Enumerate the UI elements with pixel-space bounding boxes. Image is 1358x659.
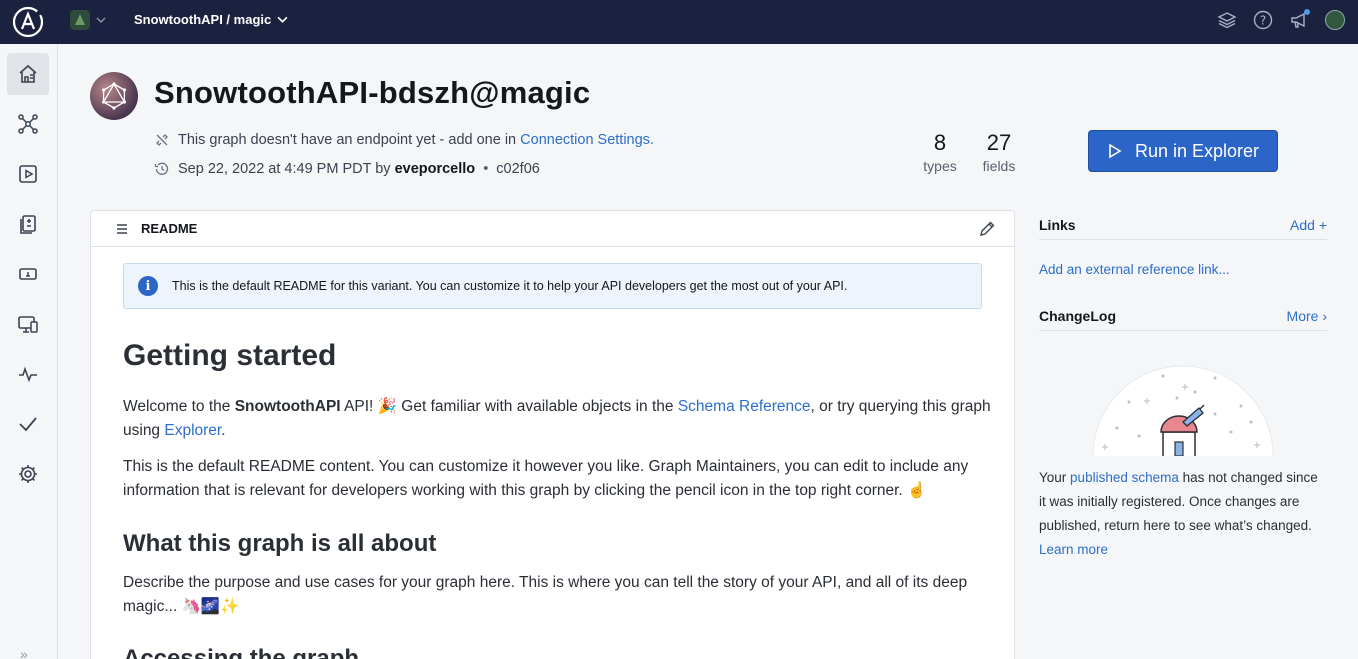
insights-pulse-icon[interactable]	[7, 353, 49, 395]
graph-avatar	[90, 72, 138, 120]
schema-reference-link[interactable]: Schema Reference	[678, 398, 811, 415]
breadcrumb[interactable]: SnowtoothAPI / magic	[134, 12, 288, 27]
welcome-text-a: Welcome to the	[123, 398, 231, 415]
readme-info-banner: i This is the default README for this va…	[123, 263, 982, 309]
heading-accessing-graph: Accessing the graph	[123, 645, 360, 659]
commit-hash[interactable]: c02f06	[496, 161, 540, 177]
observatory-illustration	[1092, 365, 1274, 456]
checks-icon[interactable]	[7, 403, 49, 445]
readme-header: README	[91, 211, 1014, 247]
links-title: Links	[1039, 216, 1076, 233]
layers-icon[interactable]	[1216, 9, 1238, 31]
schema-graph-icon[interactable]	[7, 103, 49, 145]
help-icon[interactable]: ?	[1252, 9, 1274, 31]
notification-dot	[1304, 9, 1310, 15]
play-icon	[1109, 143, 1122, 159]
links-header: Links Add +	[1039, 210, 1327, 240]
org-avatar-icon	[70, 10, 90, 30]
readme-title: README	[141, 221, 198, 236]
explorer-play-icon[interactable]	[7, 153, 49, 195]
published-schema-link[interactable]: published schema	[1070, 470, 1179, 485]
endpoint-status: This graph doesn't have an endpoint yet …	[154, 132, 654, 148]
disconnected-plug-icon	[156, 134, 168, 146]
types-stat: 8 types	[920, 130, 960, 174]
welcome-text-d: .	[221, 422, 226, 439]
sidebar: »	[0, 44, 58, 659]
menu-lines-icon	[117, 223, 127, 234]
info-icon: i	[138, 276, 158, 296]
changelog-doc-icon[interactable]	[7, 203, 49, 245]
sidebar-collapse-icon[interactable]: »	[20, 646, 28, 659]
operations-icon[interactable]	[7, 253, 49, 295]
readme-info-text: This is the default README for this vari…	[172, 279, 848, 293]
clients-icon[interactable]	[7, 303, 49, 345]
explorer-link[interactable]: Explorer	[164, 422, 221, 439]
update-author[interactable]: eveporcello	[395, 161, 476, 177]
graphql-logo-icon	[102, 82, 126, 110]
apollo-logo-icon[interactable]	[11, 5, 45, 39]
fields-label: fields	[982, 158, 1016, 174]
connection-settings-link[interactable]: Connection Settings.	[520, 132, 654, 148]
org-switcher[interactable]	[70, 10, 106, 30]
run-in-explorer-button[interactable]: Run in Explorer	[1088, 130, 1278, 172]
fields-count: 27	[986, 130, 1012, 155]
run-in-explorer-label: Run in Explorer	[1134, 140, 1260, 161]
welcome-text-b: API! 🎉 Get familiar with available objec…	[344, 398, 674, 415]
changelog-more-link[interactable]: More ›	[1287, 308, 1327, 324]
learn-more-link[interactable]: Learn more	[1039, 542, 1108, 557]
top-bar: SnowtoothAPI / magic ?	[0, 0, 1358, 44]
announcement-icon[interactable]	[1288, 9, 1310, 31]
heading-getting-started: Getting started	[123, 339, 337, 372]
pencil-edit-icon[interactable]	[978, 220, 996, 238]
fields-stat: 27 fields	[980, 130, 1018, 174]
readme-paragraph-welcome: Welcome to the SnowtoothAPI API! 🎉 Get f…	[123, 395, 993, 443]
heading-what-this-graph: What this graph is all about	[123, 530, 437, 557]
readme-panel: README i This is the default README for …	[90, 210, 1015, 659]
page-title: SnowtoothAPI-bdszh@magic	[154, 75, 591, 110]
changelog-title: ChangeLog	[1039, 307, 1116, 324]
user-avatar-icon[interactable]	[1324, 9, 1346, 31]
add-link-button[interactable]: Add +	[1290, 217, 1327, 233]
history-clock-icon	[154, 162, 169, 175]
welcome-api-name: SnowtoothAPI	[234, 398, 341, 415]
update-date: Sep 22, 2022 at 4:49 PM PDT by	[178, 161, 391, 177]
last-updated: Sep 22, 2022 at 4:49 PM PDT by eveporcel…	[154, 161, 540, 177]
types-count: 8	[933, 130, 947, 155]
settings-gear-icon[interactable]	[7, 453, 49, 495]
home-icon[interactable]	[7, 53, 49, 95]
endpoint-text: This graph doesn't have an endpoint yet …	[178, 132, 517, 148]
changelog-header: ChangeLog More ›	[1039, 301, 1327, 331]
svg-text:?: ?	[1260, 14, 1266, 28]
breadcrumb-text: SnowtoothAPI / magic	[134, 12, 272, 27]
readme-paragraph-default: This is the default README content. You …	[123, 458, 969, 499]
changelog-text-a: Your	[1039, 470, 1067, 485]
readme-paragraph-purpose: Describe the purpose and use cases for y…	[123, 574, 968, 615]
chevron-down-icon	[277, 16, 288, 23]
types-label: types	[923, 158, 957, 174]
chevron-down-icon	[96, 17, 106, 24]
add-external-link[interactable]: Add an external reference link...	[1039, 262, 1230, 277]
changelog-empty-text: Your published schema has not changed si…	[1039, 466, 1327, 562]
